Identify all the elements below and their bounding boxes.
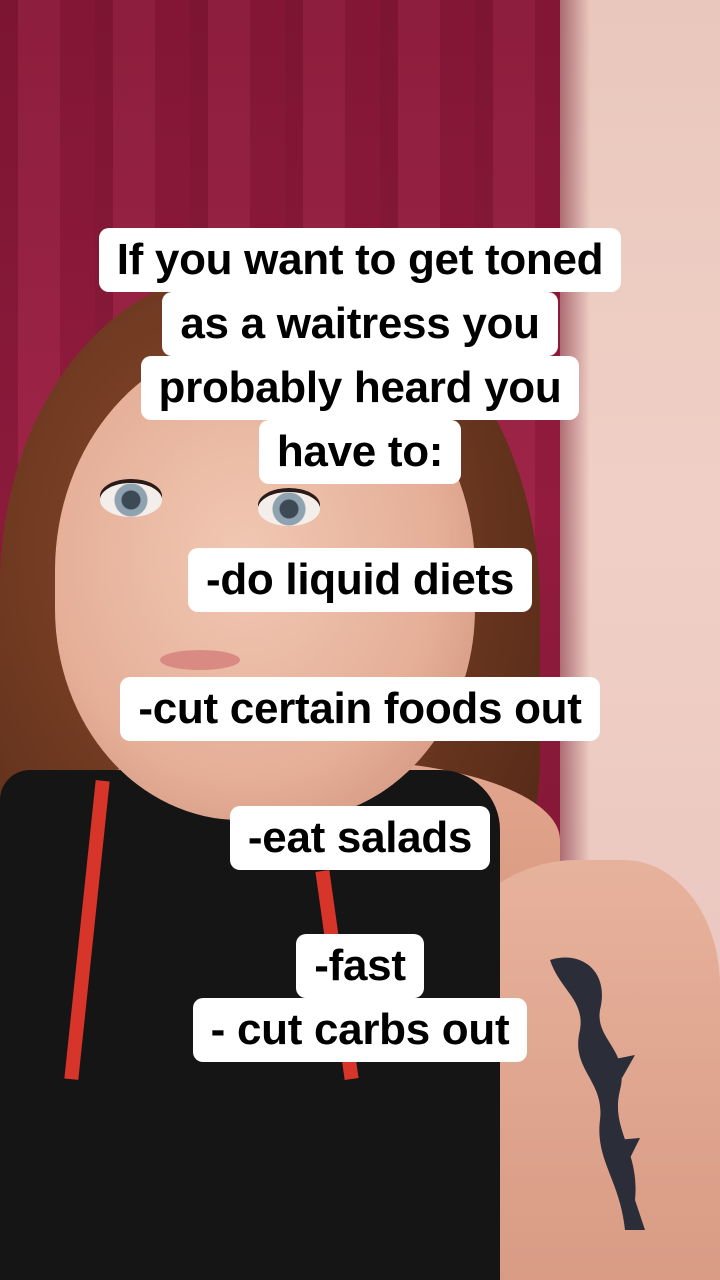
caption-pill: If you want to get toned: [98, 228, 622, 292]
caption-pill: -fast: [296, 934, 424, 998]
caption-pill: -do liquid diets: [187, 548, 533, 612]
caption-item: -do liquid diets: [0, 548, 720, 612]
caption-line: as a waitress you: [0, 292, 720, 356]
caption-line: have to:: [0, 420, 720, 484]
caption-line: If you want to get toned: [0, 228, 720, 292]
caption-pill: -eat salads: [229, 806, 491, 870]
lips: [160, 650, 240, 670]
caption-pill: have to:: [258, 420, 462, 484]
caption-line: probably heard you: [0, 356, 720, 420]
right-eye: [258, 492, 320, 526]
caption-pill: probably heard you: [140, 356, 580, 420]
caption-item: -eat salads: [0, 806, 720, 870]
video-background: [0, 0, 720, 1280]
left-eye: [100, 483, 162, 517]
caption-item: -cut certain foods out: [0, 677, 720, 741]
caption-pill: as a waitress you: [162, 292, 558, 356]
caption-pill: -cut certain foods out: [120, 677, 600, 741]
caption-item: - cut carbs out: [0, 998, 720, 1062]
caption-item: -fast: [0, 934, 720, 998]
caption-pill: - cut carbs out: [192, 998, 528, 1062]
